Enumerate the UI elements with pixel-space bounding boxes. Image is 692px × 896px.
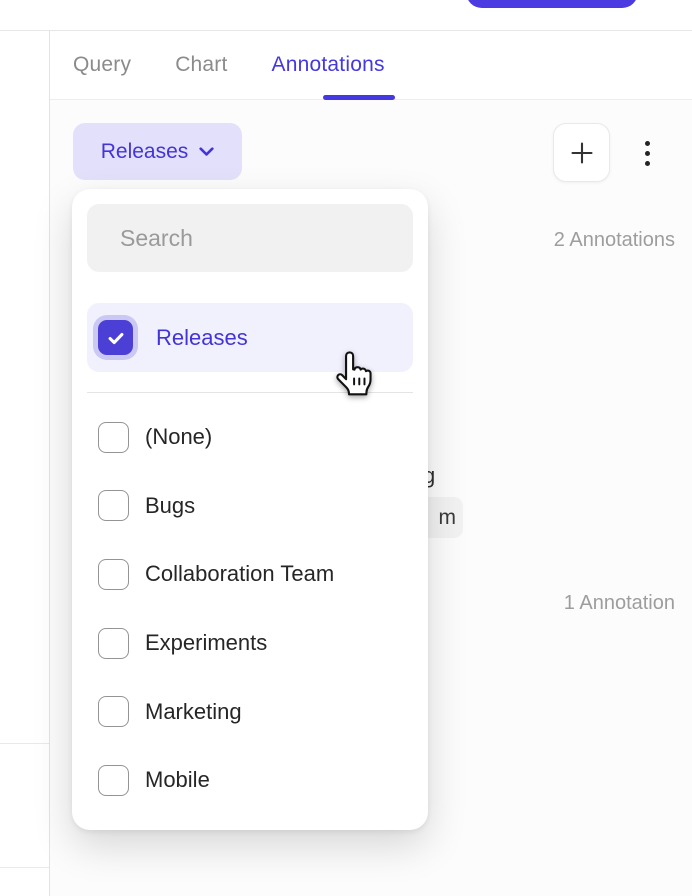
annotations-screen: Query Chart Annotations Releases 2 Annot… bbox=[0, 0, 692, 896]
annotation-count-label: 1 Annotation bbox=[564, 592, 675, 615]
chevron-down-icon bbox=[199, 147, 214, 157]
option-releases[interactable]: Releases bbox=[87, 303, 413, 372]
plus-icon bbox=[568, 139, 596, 167]
checkbox-unchecked-icon[interactable] bbox=[98, 422, 129, 453]
option-label: Collaboration Team bbox=[145, 561, 334, 587]
tab-query[interactable]: Query bbox=[73, 53, 131, 77]
option-bugs[interactable]: Bugs bbox=[87, 472, 413, 541]
option-none[interactable]: (None) bbox=[87, 403, 413, 472]
checkmark-icon bbox=[105, 327, 127, 349]
primary-action-button[interactable] bbox=[466, 0, 638, 8]
dropdown-search bbox=[87, 204, 413, 272]
checkbox-unchecked-icon[interactable] bbox=[98, 765, 129, 796]
active-tab-indicator bbox=[323, 95, 395, 100]
option-label: (None) bbox=[145, 424, 212, 450]
option-collaboration-team[interactable]: Collaboration Team bbox=[87, 540, 413, 609]
add-annotation-button[interactable] bbox=[553, 123, 610, 182]
annotation-type-filter-button[interactable]: Releases bbox=[73, 123, 242, 180]
filter-button-label: Releases bbox=[101, 140, 189, 164]
checkbox-unchecked-icon[interactable] bbox=[98, 696, 129, 727]
checkbox-unchecked-icon[interactable] bbox=[98, 490, 129, 521]
background-tag-text: m bbox=[439, 506, 457, 530]
search-input[interactable] bbox=[120, 225, 416, 252]
option-list: (None) Bugs Collaboration Team Experimen… bbox=[87, 403, 413, 815]
option-label: Marketing bbox=[145, 699, 242, 725]
checkbox-checked-icon[interactable] bbox=[98, 320, 133, 355]
tab-chart[interactable]: Chart bbox=[175, 53, 227, 77]
option-experiments[interactable]: Experiments bbox=[87, 609, 413, 678]
option-label: Mobile bbox=[145, 767, 210, 793]
option-label: Bugs bbox=[145, 493, 195, 519]
checkbox-unchecked-icon[interactable] bbox=[98, 559, 129, 590]
tab-annotations[interactable]: Annotations bbox=[272, 53, 385, 77]
option-label: Releases bbox=[156, 325, 248, 351]
dropdown-divider bbox=[87, 392, 413, 393]
option-marketing[interactable]: Marketing bbox=[87, 677, 413, 746]
more-options-button[interactable] bbox=[631, 129, 663, 177]
tab-bar: Query Chart Annotations bbox=[73, 30, 385, 99]
option-mobile[interactable]: Mobile bbox=[87, 746, 413, 815]
annotation-type-dropdown: Releases (None) Bugs Collaboration Team … bbox=[72, 189, 428, 830]
checkbox-unchecked-icon[interactable] bbox=[98, 628, 129, 659]
option-label: Experiments bbox=[145, 630, 267, 656]
sidebar-row-divider bbox=[0, 743, 49, 744]
sidebar-row-divider bbox=[0, 867, 49, 868]
annotations-count-label: 2 Annotations bbox=[554, 229, 675, 252]
